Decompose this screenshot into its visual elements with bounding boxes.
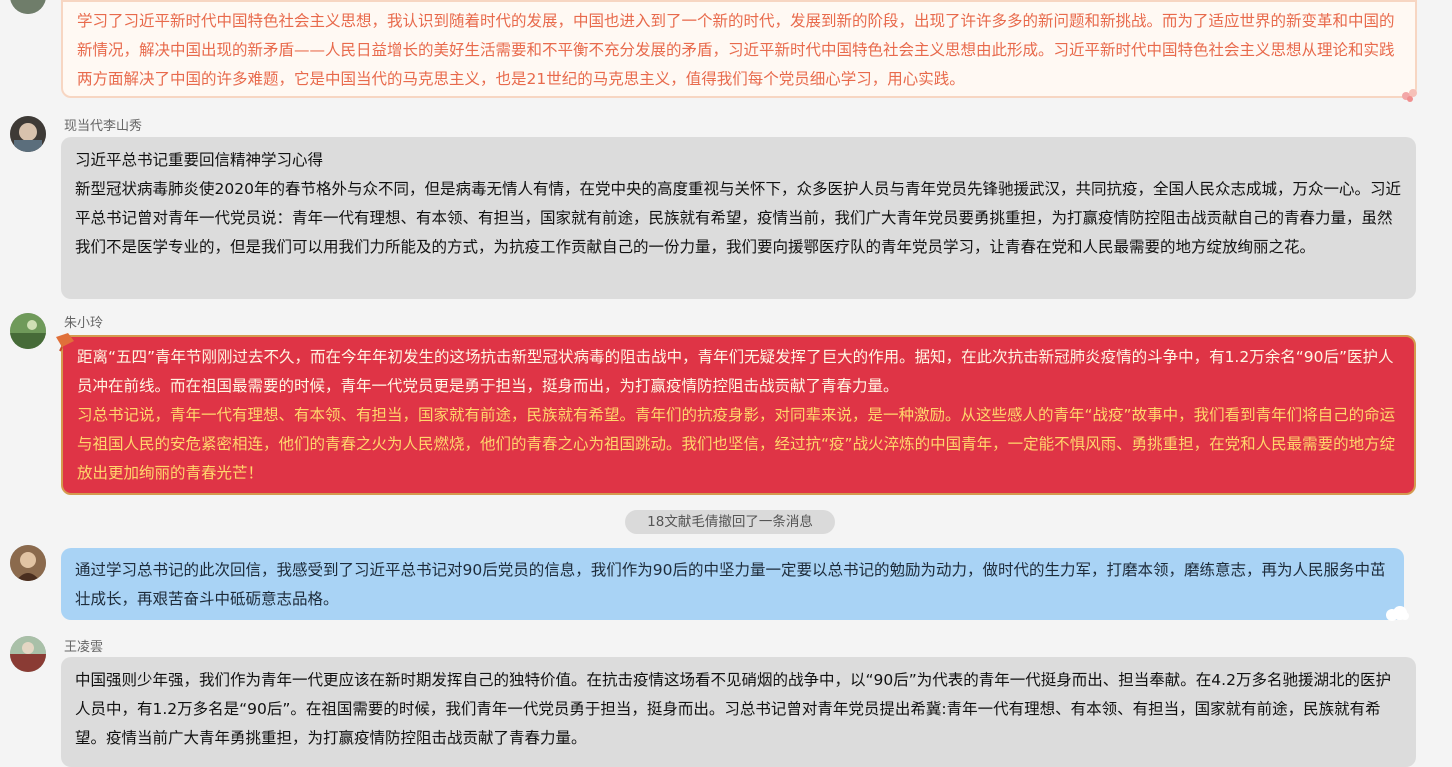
message-bubble-3[interactable]: 距离“五四”青年节刚刚过去不久，而在今年年初发生的这场抗击新型冠状病毒的阻击战中… bbox=[61, 335, 1416, 495]
avatar-image bbox=[10, 116, 46, 152]
message-bubble-5[interactable]: 中国强则少年强，我们作为青年一代更应该在新时期发挥自己的独特价值。在抗击疫情这场… bbox=[61, 657, 1416, 767]
cloud-decoration-icon bbox=[1386, 606, 1409, 621]
message-text: 距离“五四”青年节刚刚过去不久，而在今年年初发生的这场抗击新型冠状病毒的阻击战中… bbox=[77, 348, 1394, 395]
message-text: 学习了习近平新时代中国特色社会主义思想，我认识到随着时代的发展，中国也进入到了一… bbox=[77, 12, 1395, 88]
message-text: 通过学习总书记的此次回信，我感受到了习近平总书记对90后党员的信息，我们作为90… bbox=[75, 561, 1386, 608]
avatar-wang-lingyun[interactable] bbox=[10, 636, 46, 672]
sender-name: 王凌雲 bbox=[64, 640, 104, 655]
sender-name: 现当代李山秀 bbox=[64, 119, 143, 134]
avatar-user-4[interactable] bbox=[10, 545, 46, 581]
avatar-image bbox=[10, 0, 46, 14]
avatar-zhu-xiaoling[interactable] bbox=[10, 313, 46, 349]
message-bubble-4[interactable]: 通过学习总书记的此次回信，我感受到了习近平总书记对90后党员的信息，我们作为90… bbox=[61, 548, 1404, 620]
recall-notice: 18文献毛倩撤回了一条消息 bbox=[625, 510, 835, 534]
message-text: 中国强则少年强，我们作为青年一代更应该在新时期发挥自己的独特价值。在抗击疫情这场… bbox=[75, 671, 1391, 747]
message-title: 习近平总书记重要回信精神学习心得 bbox=[75, 151, 324, 169]
message-bubble-1[interactable]: 学习了习近平新时代中国特色社会主义思想，我认识到随着时代的发展，中国也进入到了一… bbox=[61, 0, 1417, 98]
message-text: 新型冠状病毒肺炎使2020年的春节格外与众不同，但是病毒无情人有情，在党中央的高… bbox=[75, 180, 1401, 256]
avatar-image bbox=[10, 545, 46, 581]
flower-decoration-icon bbox=[1402, 89, 1417, 102]
lantern-decoration-icon bbox=[56, 333, 74, 352]
message-bubble-2[interactable]: 习近平总书记重要回信精神学习心得 新型冠状病毒肺炎使2020年的春节格外与众不同… bbox=[61, 137, 1416, 299]
avatar-image bbox=[10, 313, 46, 349]
avatar-top-partial[interactable] bbox=[10, 0, 46, 14]
message-text: 习总书记说，青年一代有理想、有本领、有担当，国家就有前途，民族就有希望。青年们的… bbox=[77, 406, 1396, 482]
avatar-image bbox=[10, 636, 46, 672]
avatar-li-shanxiu[interactable] bbox=[10, 116, 46, 152]
sender-name: 朱小玲 bbox=[64, 316, 104, 331]
